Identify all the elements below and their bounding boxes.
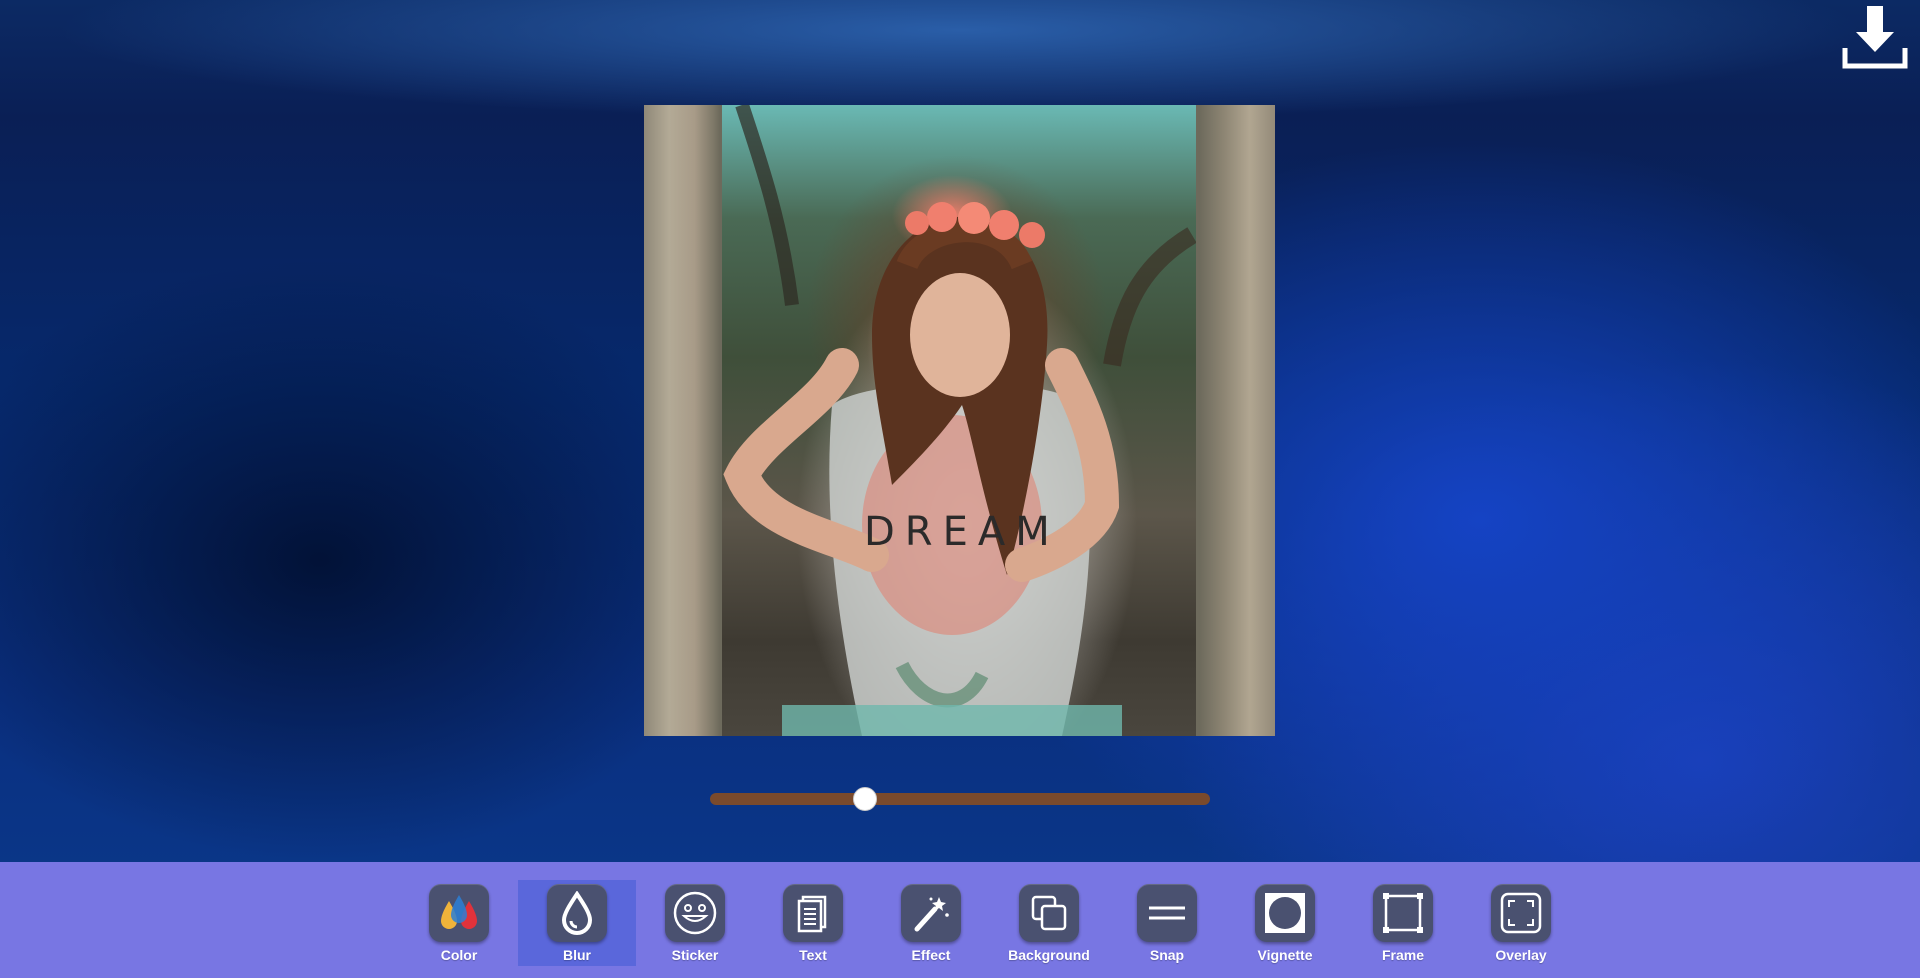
layers-icon bbox=[1019, 884, 1079, 942]
tool-vignette[interactable]: Vignette bbox=[1226, 880, 1344, 966]
tool-color[interactable]: Color bbox=[400, 880, 518, 966]
smiley-icon bbox=[665, 884, 725, 942]
slider-thumb[interactable] bbox=[853, 787, 877, 811]
color-drops-icon bbox=[429, 884, 489, 942]
blur-slider[interactable] bbox=[710, 787, 1210, 811]
editor-canvas: DREAM bbox=[0, 0, 1920, 862]
tool-label: Color bbox=[440, 947, 478, 963]
shirt-text: DREAM bbox=[864, 509, 1060, 555]
blur-drop-icon bbox=[547, 884, 607, 942]
bottom-toolbar: Color Blur Sticker Text Effect Backgroun… bbox=[0, 862, 1920, 978]
tool-label: Snap bbox=[1149, 947, 1185, 963]
tool-overlay[interactable]: Overlay bbox=[1462, 880, 1580, 966]
edited-photo: DREAM bbox=[722, 105, 1196, 736]
magic-wand-icon bbox=[901, 884, 961, 942]
tool-label: Sticker bbox=[671, 947, 719, 963]
equals-lines-icon bbox=[1137, 884, 1197, 942]
tool-label: Overlay bbox=[1495, 947, 1547, 963]
slider-track bbox=[710, 793, 1210, 805]
tool-background[interactable]: Background bbox=[990, 880, 1108, 966]
tool-effect[interactable]: Effect bbox=[872, 880, 990, 966]
text-document-icon bbox=[783, 884, 843, 942]
tool-label: Frame bbox=[1381, 947, 1425, 963]
photo-subject bbox=[723, 105, 1196, 736]
frame-icon bbox=[1373, 884, 1433, 942]
tool-frame[interactable]: Frame bbox=[1344, 880, 1462, 966]
tool-blur[interactable]: Blur bbox=[518, 880, 636, 966]
tool-text[interactable]: Text bbox=[754, 880, 872, 966]
tool-snap[interactable]: Snap bbox=[1108, 880, 1226, 966]
tool-label: Background bbox=[1008, 947, 1090, 963]
download-icon bbox=[1842, 6, 1908, 69]
tool-label: Effect bbox=[911, 947, 951, 963]
tool-label: Text bbox=[799, 947, 827, 963]
photo-canvas[interactable]: DREAM bbox=[644, 105, 1275, 736]
overlay-corners-icon bbox=[1491, 884, 1551, 942]
download-button[interactable] bbox=[1842, 4, 1908, 70]
tool-label: Vignette bbox=[1257, 947, 1313, 963]
tool-sticker[interactable]: Sticker bbox=[636, 880, 754, 966]
vignette-icon bbox=[1255, 884, 1315, 942]
tool-label: Blur bbox=[563, 947, 591, 963]
